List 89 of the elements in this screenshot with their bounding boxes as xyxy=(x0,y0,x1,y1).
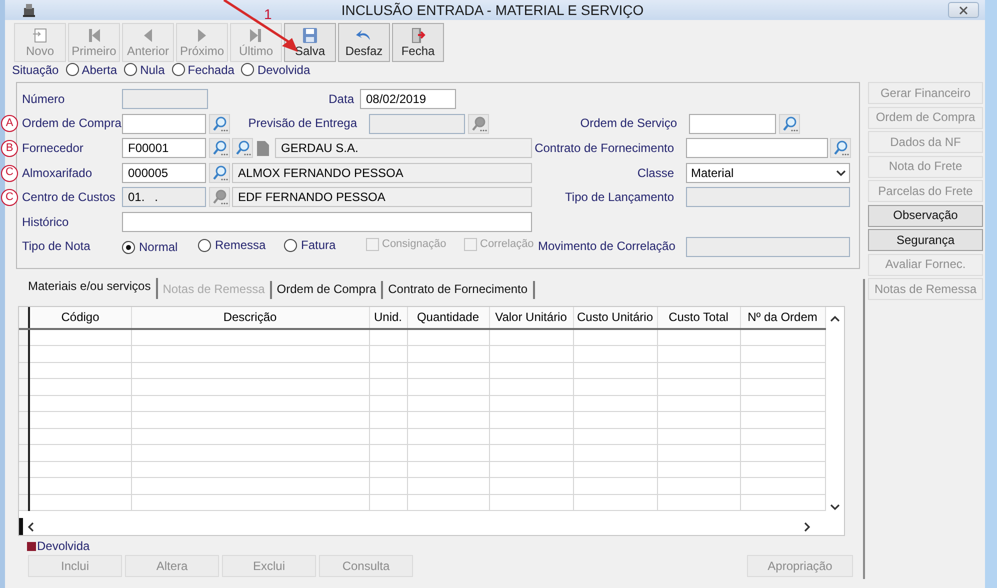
search-icon xyxy=(212,116,228,132)
radio-option[interactable]: Normal xyxy=(122,240,178,254)
side-button[interactable]: Segurança xyxy=(868,229,983,251)
field-label: Ordem de Serviço xyxy=(579,116,678,131)
annotation-marker: B xyxy=(1,140,18,157)
column-header[interactable]: Custo Total xyxy=(657,307,740,329)
tab[interactable]: Contrato de Fornecimento xyxy=(383,280,535,299)
window-title: INCLUSÃO ENTRADA - MATERIAL E SERVIÇO xyxy=(341,2,644,18)
column-header[interactable]: Valor Unitário xyxy=(489,307,573,329)
annotation-marker: C xyxy=(1,164,18,182)
column-header[interactable]: Nº da Ordem xyxy=(740,307,825,329)
search-icon xyxy=(832,140,848,156)
input-field[interactable] xyxy=(689,114,776,134)
close-button[interactable] xyxy=(948,2,979,18)
column-header[interactable]: Descrição xyxy=(131,307,369,329)
column-header[interactable]: Código xyxy=(29,307,131,329)
input-field[interactable] xyxy=(122,212,532,232)
input-field[interactable] xyxy=(122,114,206,134)
input-field[interactable]: F00001 xyxy=(122,138,206,158)
field-label: Número xyxy=(22,92,65,106)
document-icon xyxy=(256,140,270,157)
search-button[interactable] xyxy=(830,138,851,158)
app-icon xyxy=(21,2,37,18)
search-icon xyxy=(782,116,798,132)
magnifier-icon xyxy=(234,140,250,156)
annotation-marker: C xyxy=(1,189,18,206)
search-icon xyxy=(212,140,228,156)
column-header[interactable]: Custo Unitário xyxy=(573,307,657,329)
toolbar-button[interactable]: Salva xyxy=(284,23,336,62)
input-field[interactable] xyxy=(686,138,828,158)
search-button[interactable] xyxy=(779,114,800,134)
scroll-left-icon[interactable] xyxy=(27,522,35,532)
field-label: Situação xyxy=(12,62,59,78)
radio-option[interactable]: Fatura xyxy=(284,238,336,252)
radio-option[interactable]: Fechada xyxy=(172,62,234,78)
radio-button[interactable] xyxy=(66,63,79,76)
input-field[interactable]: 000005 xyxy=(122,162,206,183)
column-header[interactable]: Unid. xyxy=(369,307,407,329)
radio-button[interactable] xyxy=(198,238,211,252)
checkbox-option: Correlação xyxy=(464,238,534,252)
search-button[interactable] xyxy=(209,138,230,158)
annotation-marker: A xyxy=(1,115,18,132)
radio-option[interactable]: Aberta xyxy=(66,62,118,78)
field-label: Almoxarifado xyxy=(22,166,92,180)
toolbar-button[interactable]: Fecha xyxy=(392,23,444,62)
search-icon xyxy=(212,164,228,181)
checkbox-option: Consignação xyxy=(366,238,446,252)
close-icon xyxy=(959,6,968,14)
annotation-number: 1 xyxy=(264,6,272,23)
scroll-up-icon[interactable] xyxy=(830,315,840,323)
search-button[interactable] xyxy=(468,114,489,134)
radio-option[interactable]: Remessa xyxy=(198,238,266,252)
scroll-right-icon[interactable] xyxy=(803,522,811,532)
search-button[interactable] xyxy=(209,114,230,134)
tab[interactable]: Materiais e/ou serviços xyxy=(23,278,158,299)
search-icon xyxy=(212,189,228,206)
radio-button[interactable] xyxy=(122,240,135,254)
field-label: Movimento de Correlação xyxy=(538,239,676,254)
tab[interactable]: Ordem de Compra xyxy=(272,280,384,299)
field-label: Contrato de Fornecimento xyxy=(534,140,675,156)
field-label: Tipo de Nota xyxy=(22,239,90,254)
field-label: Data xyxy=(328,92,355,106)
field-label: Previsão de Entrega xyxy=(247,116,358,131)
field-label: Tipo de Lançamento xyxy=(564,190,675,205)
radio-button[interactable] xyxy=(241,63,254,76)
side-button[interactable]: Observação xyxy=(868,204,983,226)
field-label: Ordem de Compra xyxy=(22,116,122,130)
scroll-down-icon[interactable] xyxy=(830,503,840,511)
search-button[interactable] xyxy=(232,138,253,158)
toolbar-button[interactable]: Desfaz xyxy=(338,23,390,62)
radio-button[interactable] xyxy=(284,238,297,252)
legend-label: Devolvida xyxy=(37,538,90,554)
field-label: Centro de Custos xyxy=(22,190,116,204)
input-field[interactable]: 08/02/2019 xyxy=(360,89,456,109)
column-header[interactable]: Quantidade xyxy=(407,307,489,329)
field-label: Histórico xyxy=(22,214,69,229)
search-button[interactable] xyxy=(209,162,230,183)
classe-select[interactable]: Material xyxy=(686,162,850,183)
search-button[interactable] xyxy=(209,187,230,208)
radio-option[interactable]: Nula xyxy=(124,62,165,78)
radio-button[interactable] xyxy=(172,63,185,76)
field-label: Classe xyxy=(636,166,675,180)
radio-option[interactable]: Devolvida xyxy=(241,62,310,78)
exit-door-icon xyxy=(409,26,427,44)
save-icon xyxy=(301,26,319,44)
search-icon xyxy=(470,116,486,132)
radio-button[interactable] xyxy=(124,63,138,76)
field-label: Fornecedor xyxy=(22,140,84,155)
new-document-icon xyxy=(31,26,49,44)
